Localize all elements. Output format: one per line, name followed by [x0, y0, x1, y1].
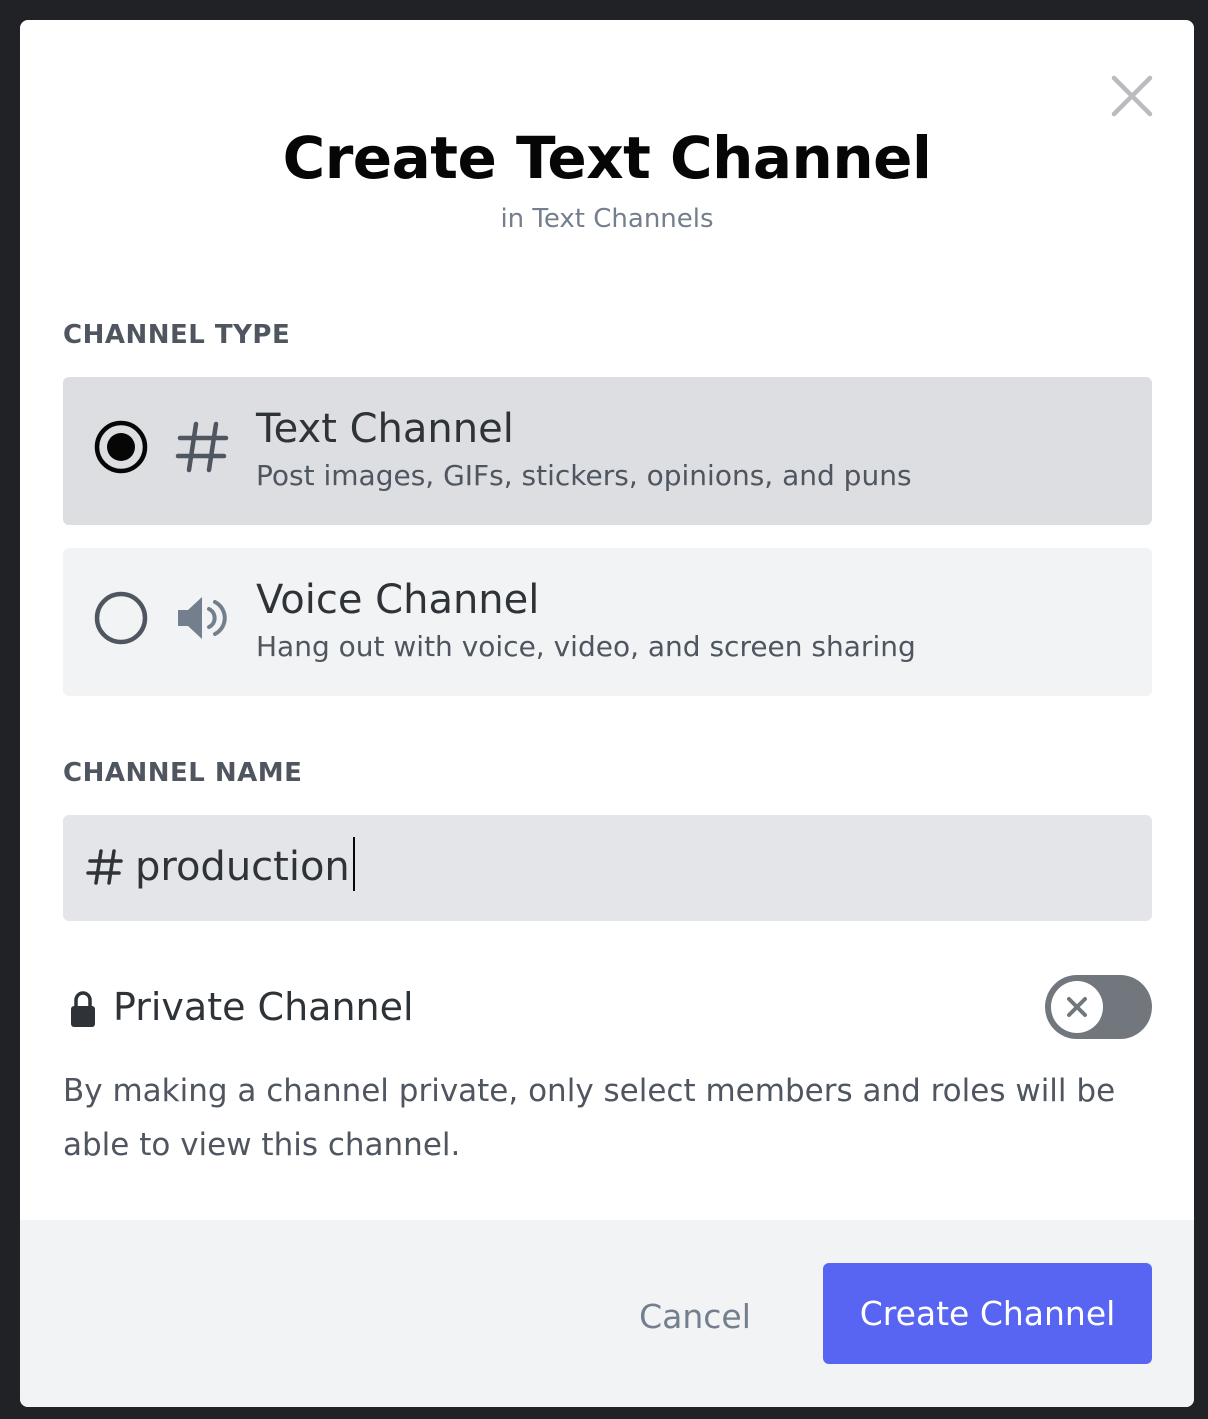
option-description: Hang out with voice, video, and screen s…	[256, 630, 916, 663]
option-text-channel[interactable]: Text Channel Post images, GIFs, stickers…	[63, 377, 1152, 525]
dialog-title: Create Text Channel	[282, 124, 932, 192]
radio-unselected-icon	[94, 591, 148, 645]
option-title: Text Channel	[256, 406, 514, 452]
create-channel-modal: Create Text Channel in Text Channels CHA…	[20, 20, 1194, 1407]
cancel-button[interactable]: Cancel	[610, 1268, 780, 1364]
close-icon	[1111, 75, 1153, 117]
radio-selected-icon	[94, 420, 148, 474]
radio-voice-channel[interactable]	[93, 590, 149, 646]
text-cursor	[352, 837, 355, 891]
radio-text-channel[interactable]	[93, 419, 149, 475]
lock-icon	[71, 991, 95, 1027]
modal-footer: Cancel Create Channel	[20, 1220, 1194, 1407]
create-channel-button[interactable]: Create Channel	[823, 1263, 1152, 1364]
option-title: Voice Channel	[256, 577, 540, 623]
channel-name-input[interactable]	[135, 837, 1115, 897]
option-description: Post images, GIFs, stickers, opinions, a…	[256, 459, 912, 492]
channel-name-field[interactable]	[63, 815, 1152, 921]
toggle-knob	[1051, 981, 1103, 1033]
channel-name-label: CHANNEL NAME	[63, 758, 303, 788]
option-voice-channel[interactable]: Voice Channel Hang out with voice, video…	[63, 548, 1152, 696]
private-channel-row: Private Channel	[63, 975, 1152, 1045]
hash-icon	[85, 843, 125, 891]
private-channel-toggle[interactable]	[1045, 975, 1152, 1039]
private-channel-label: Private Channel	[113, 985, 414, 1029]
private-channel-description: By making a channel private, only select…	[63, 1073, 1116, 1163]
dialog-subtitle: in Text Channels	[500, 204, 714, 234]
channel-type-label: CHANNEL TYPE	[63, 320, 291, 350]
hash-icon	[173, 417, 233, 477]
close-button[interactable]	[1104, 68, 1160, 124]
x-icon	[1067, 997, 1087, 1017]
speaker-icon	[173, 588, 233, 648]
